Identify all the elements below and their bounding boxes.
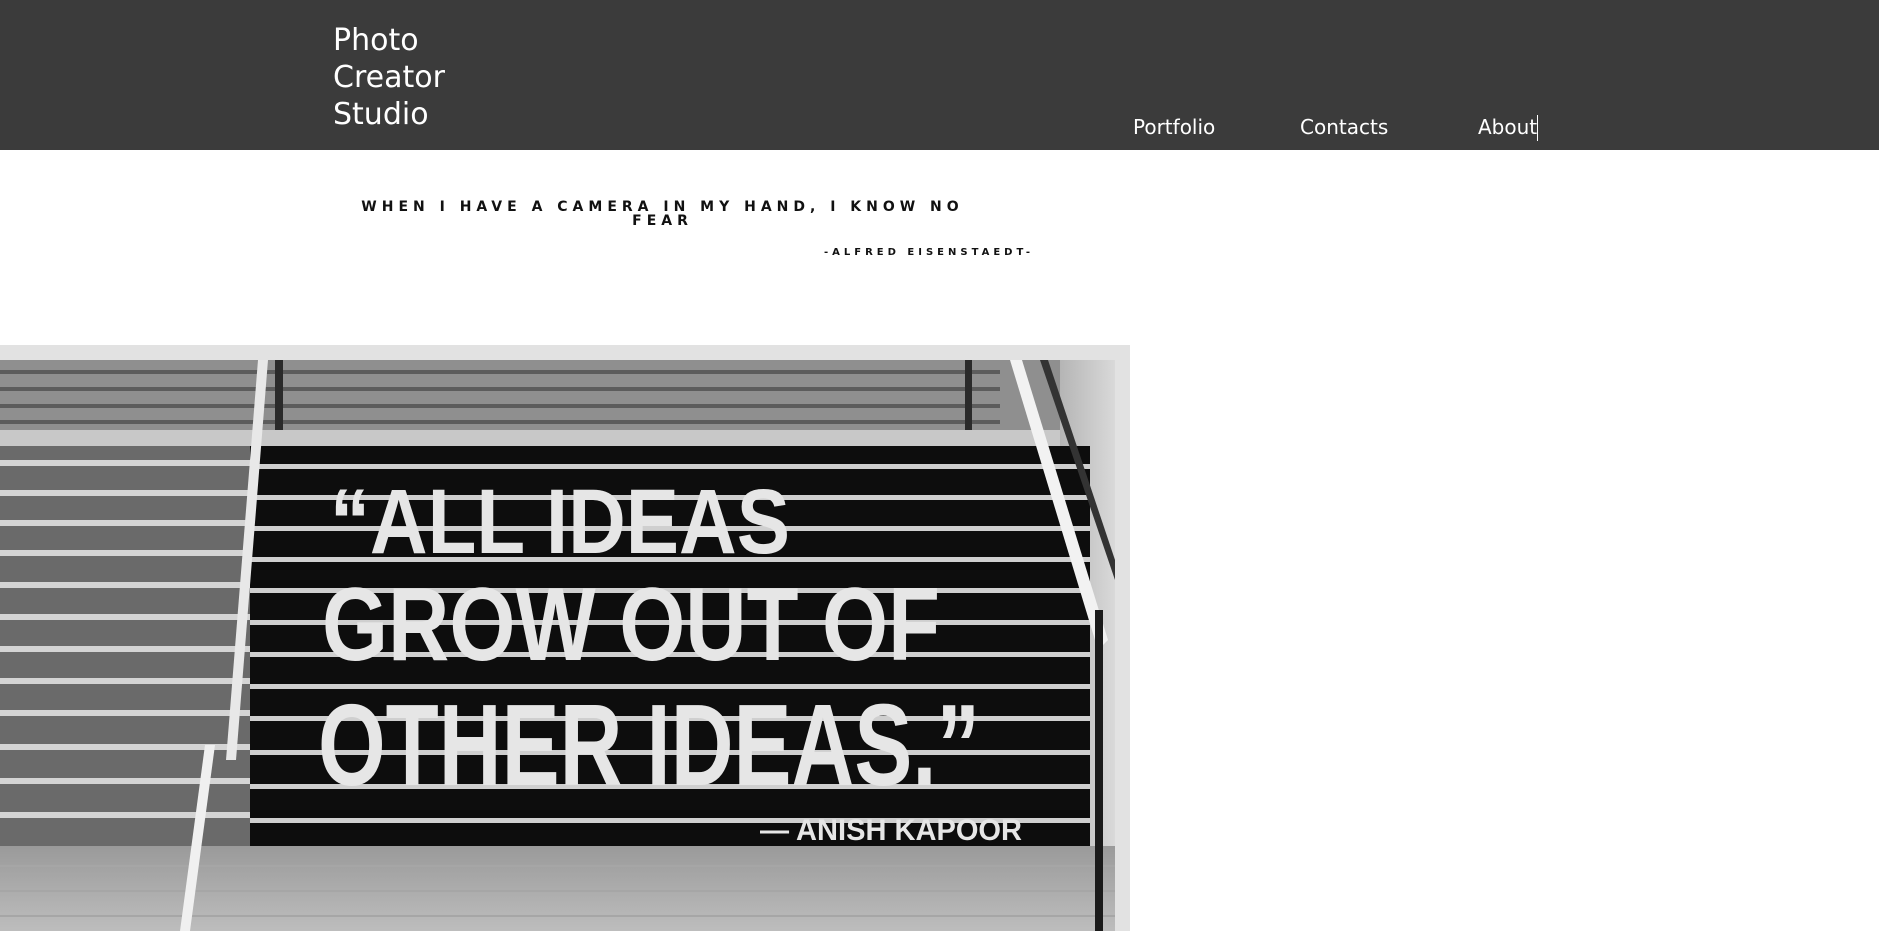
hero-quote-line-1: “ALL IDEAS <box>330 471 790 573</box>
text-cursor <box>1537 115 1538 141</box>
logo-line-2: Creator <box>333 60 445 95</box>
site-logo[interactable]: Photo Creator Studio <box>333 22 445 133</box>
intro-quote: WHEN I HAVE A CAMERA IN MY HAND, I KNOW … <box>361 199 964 229</box>
hero-quote-line-3: OTHER IDEAS.” <box>318 680 980 810</box>
hero-image-frame: “ALL IDEAS GROW OUT OF OTHER IDEAS.” — A… <box>0 345 1130 931</box>
nav-contacts-link[interactable]: Contacts <box>1300 113 1388 141</box>
quote-author: -ALFRED EISENSTAEDT- <box>824 247 1034 258</box>
site-header: Photo Creator Studio Portfolio Contacts … <box>0 0 1879 150</box>
logo-line-1: Photo <box>333 23 419 58</box>
nav-portfolio-link[interactable]: Portfolio <box>1133 113 1215 141</box>
hero-quote-attribution: — ANISH KAPOOR <box>760 814 1022 847</box>
logo-line-3: Studio <box>333 97 429 132</box>
nav-about-link[interactable]: About <box>1478 113 1537 141</box>
hero-staircase-photo: “ALL IDEAS GROW OUT OF OTHER IDEAS.” — A… <box>0 360 1115 931</box>
hero-quote-line-2: GROW OUT OF <box>322 567 940 683</box>
